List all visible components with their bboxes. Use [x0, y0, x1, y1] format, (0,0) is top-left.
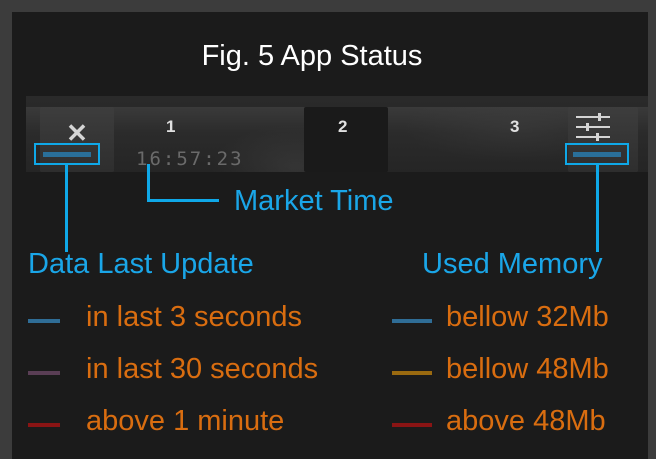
- legend-label-stale: above 1 minute: [86, 405, 285, 437]
- status-panel: Fig. 5 App Status ✕ 1 2 3 16:57:23 Marke…: [12, 12, 648, 459]
- tab-2-button[interactable]: 2: [304, 107, 388, 172]
- sliders-icon: [576, 112, 612, 142]
- memory-indicator: [573, 152, 621, 157]
- memory-callout-line: [596, 164, 599, 252]
- toolbar: ✕ 1 2 3 16:57:23: [26, 96, 648, 172]
- legend-label-30s: in last 30 seconds: [86, 353, 319, 385]
- legend-swatch-mem-high: [392, 423, 432, 427]
- data-update-callout-line: [65, 164, 68, 252]
- legend-label-mem-mid: bellow 48Mb: [446, 353, 609, 385]
- tab-3[interactable]: 3: [510, 117, 519, 137]
- market-time-callout-vertical: [147, 164, 150, 202]
- data-update-indicator: [43, 152, 91, 157]
- data-last-update-label: Data Last Update: [28, 248, 254, 280]
- legend-label-mem-high: above 48Mb: [446, 405, 606, 437]
- tab-1[interactable]: 1: [166, 117, 175, 137]
- legend-label-recent: in last 3 seconds: [86, 301, 303, 333]
- legend-swatch-recent: [28, 319, 60, 323]
- used-memory-label: Used Memory: [422, 248, 603, 280]
- legend-swatch-30s: [28, 371, 60, 375]
- market-time-callout-horizontal: [147, 199, 219, 202]
- legend-label-mem-low: bellow 32Mb: [446, 301, 609, 333]
- window-frame: Fig. 5 App Status ✕ 1 2 3 16:57:23 Marke…: [0, 0, 656, 459]
- market-time-clock: 16:57:23: [136, 148, 244, 170]
- legend-swatch-stale: [28, 423, 60, 427]
- legend-swatch-mem-low: [392, 319, 432, 323]
- market-time-label: Market Time: [234, 185, 394, 217]
- legend-swatch-mem-mid: [392, 371, 432, 375]
- tab-2-label: 2: [338, 117, 348, 136]
- page-title: Fig. 5 App Status: [201, 40, 423, 72]
